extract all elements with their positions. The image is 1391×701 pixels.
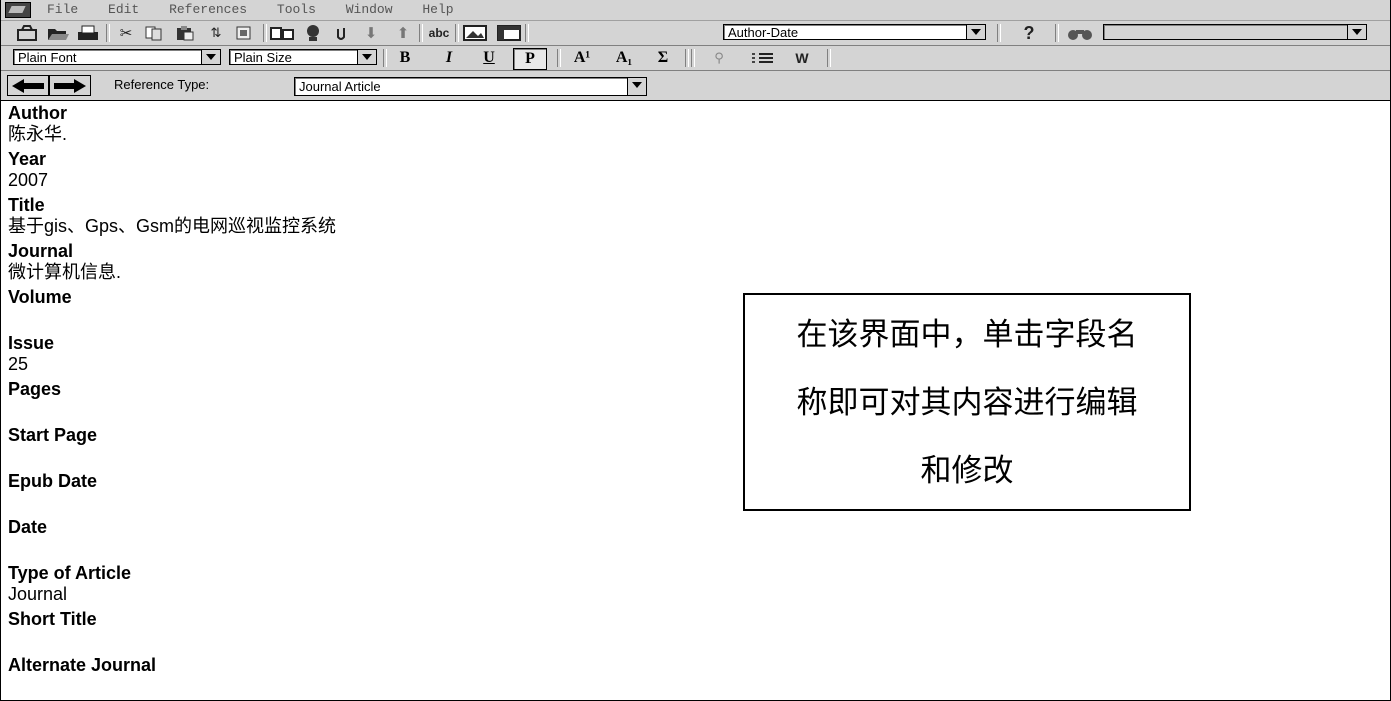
output-style-select[interactable]: Author-Date <box>723 24 986 40</box>
field-name-short-title[interactable]: Short Title <box>8 609 97 629</box>
reference-type-label: Reference Type: <box>114 77 210 92</box>
print-icon[interactable] <box>75 24 101 42</box>
arrow-left-icon <box>12 78 44 93</box>
help-button[interactable]: ? <box>1015 23 1043 43</box>
field-value-year[interactable]: 2007 <box>8 170 48 190</box>
cut-icon[interactable]: ✂ <box>115 24 137 42</box>
field-value-issue[interactable]: 25 <box>8 354 28 374</box>
reference-type-bar: Reference Type: Journal Article <box>1 71 1390 101</box>
list-icon[interactable] <box>749 49 777 67</box>
bold-button[interactable]: B <box>393 48 417 68</box>
attach-icon[interactable] <box>331 24 351 42</box>
menu-file[interactable]: File <box>47 2 78 17</box>
show-all-icon[interactable] <box>269 24 295 42</box>
app-menu-icon[interactable] <box>5 2 31 18</box>
menu-edit[interactable]: Edit <box>108 2 139 17</box>
menu-tools[interactable]: Tools <box>277 2 316 17</box>
copy-icon[interactable] <box>143 24 165 42</box>
superscript-button[interactable]: A¹ <box>567 48 597 68</box>
menu-bar: File Edit References Tools Window Help <box>1 0 1390 21</box>
previous-reference-button[interactable] <box>7 75 49 96</box>
format-toolbar: Plain Font Plain Size B I U P A¹ A₁ Σ ⚲ … <box>1 46 1390 71</box>
italic-button[interactable]: I <box>437 48 461 68</box>
field-value-author[interactable]: 陈永华. <box>8 124 67 144</box>
insert-picture-icon[interactable] <box>461 24 489 42</box>
field-name-epub-date[interactable]: Epub Date <box>8 471 97 491</box>
menu-references[interactable]: References <box>169 2 247 17</box>
upload-icon[interactable]: ⬆ <box>389 24 417 42</box>
plain-button[interactable]: P <box>513 48 547 70</box>
field-name-author[interactable]: Author <box>8 103 67 123</box>
select-all-icon[interactable] <box>233 24 255 42</box>
arrow-right-icon <box>54 78 86 93</box>
main-toolbar: ✂ ⇅ ⬇ ⬆ abc Author-Date ? <box>1 21 1390 46</box>
field-name-volume[interactable]: Volume <box>8 287 72 307</box>
field-value-type-of-article[interactable]: Journal <box>8 584 67 604</box>
link-icon[interactable]: ⚲ <box>707 49 731 67</box>
field-name-start-page[interactable]: Start Page <box>8 425 97 445</box>
binoculars-icon[interactable] <box>1065 24 1095 42</box>
word-icon[interactable]: W <box>787 49 817 67</box>
field-name-pages[interactable]: Pages <box>8 379 61 399</box>
field-value-journal[interactable]: 微计算机信息. <box>8 262 121 282</box>
field-name-type-of-article[interactable]: Type of Article <box>8 563 131 583</box>
field-name-issue[interactable]: Issue <box>8 333 54 353</box>
field-name-date[interactable]: Date <box>8 517 47 537</box>
menu-help[interactable]: Help <box>422 2 453 17</box>
open-library-icon[interactable] <box>45 24 71 42</box>
subscript-button[interactable]: A₁ <box>609 48 639 68</box>
font-select[interactable]: Plain Font <box>13 49 221 65</box>
font-size-select[interactable]: Plain Size <box>229 49 377 65</box>
instruction-callout: 在该界面中，单击字段名 称即可对其内容进行编辑 和修改 <box>743 293 1191 511</box>
symbol-button[interactable]: Σ <box>651 48 675 68</box>
field-name-journal[interactable]: Journal <box>8 241 73 261</box>
underline-button[interactable]: U <box>477 48 501 68</box>
quick-search-select[interactable] <box>1103 24 1367 40</box>
callout-line: 在该界面中，单击字段名 <box>796 317 1138 353</box>
new-library-icon[interactable] <box>15 24 39 42</box>
field-name-title[interactable]: Title <box>8 195 45 215</box>
field-name-year[interactable]: Year <box>8 149 46 169</box>
preview-pane-icon[interactable] <box>495 24 523 42</box>
find-online-icon[interactable] <box>301 24 325 42</box>
menu-window[interactable]: Window <box>346 2 393 17</box>
sort-icon[interactable]: ⇅ <box>205 24 227 42</box>
paste-icon[interactable] <box>173 24 197 42</box>
download-icon[interactable]: ⬇ <box>357 24 385 42</box>
reference-type-select[interactable]: Journal Article <box>294 77 647 96</box>
field-name-alternate-journal[interactable]: Alternate Journal <box>8 655 156 675</box>
callout-line: 称即可对其内容进行编辑 <box>796 385 1138 421</box>
next-reference-button[interactable] <box>49 75 91 96</box>
spell-check-icon[interactable]: abc <box>425 24 453 42</box>
callout-line: 和修改 <box>920 453 1014 489</box>
field-value-title[interactable]: 基于gis、Gps、Gsm的电网巡视监控系统 <box>8 216 336 236</box>
